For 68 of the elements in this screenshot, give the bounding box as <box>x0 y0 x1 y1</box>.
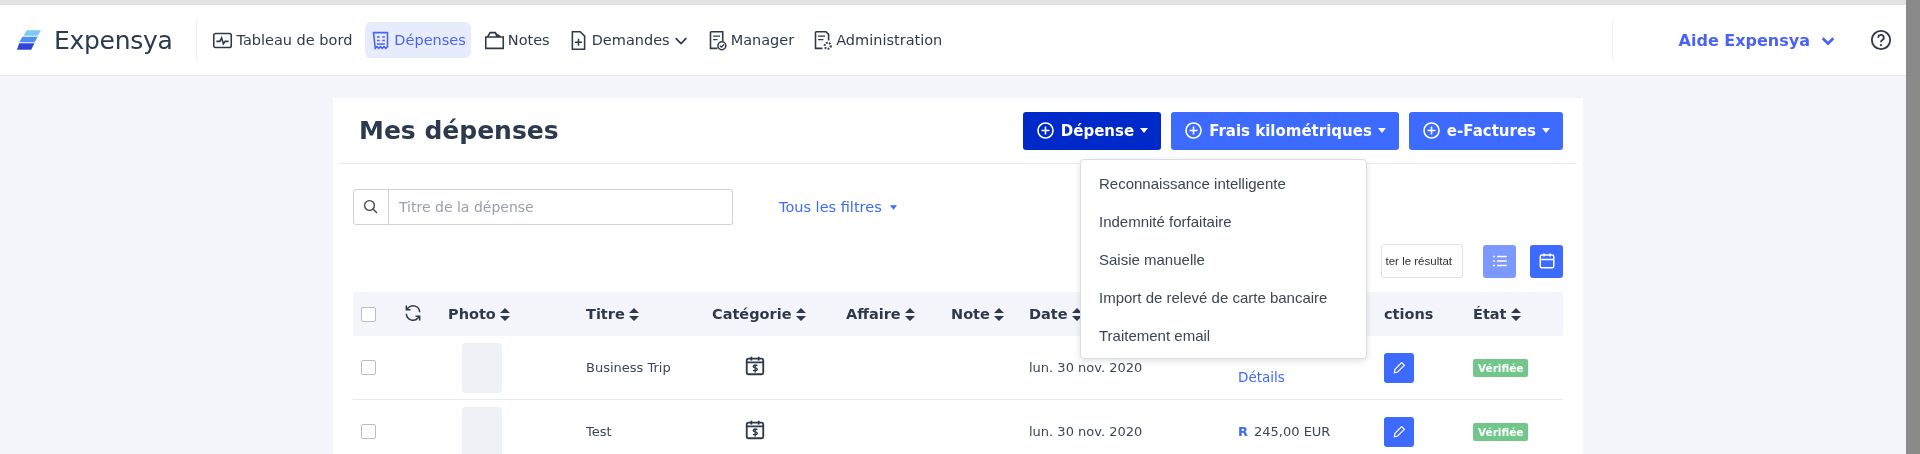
plus-circle-icon <box>1035 121 1055 140</box>
sort-icon <box>1510 307 1521 321</box>
search-icon <box>362 198 380 216</box>
recognition-mark: R <box>1238 424 1248 439</box>
caret-icon <box>1542 128 1550 133</box>
nav-tab[interactable]: Demandes <box>562 22 694 58</box>
search-field[interactable]: Titre de la dépense <box>389 189 733 225</box>
calendar-dollar-icon <box>744 418 766 442</box>
menu-item[interactable]: Saisie manuelle <box>1081 240 1366 278</box>
status-badge: Vérifiée <box>1473 422 1529 441</box>
amount-text: 245,00 EUR <box>1254 424 1331 439</box>
edit-button[interactable] <box>1384 416 1414 447</box>
calendar-view-button[interactable] <box>1530 244 1563 278</box>
add-dropdown-button[interactable]: Frais kilométriques <box>1171 111 1399 150</box>
status-badge: Vérifiée <box>1473 358 1529 377</box>
column-header: ctions <box>1384 306 1434 322</box>
sort-icon <box>1071 307 1082 321</box>
caret-icon <box>1377 128 1386 133</box>
menu-item[interactable]: Reconnaissance intelligente <box>1081 164 1366 202</box>
column-header[interactable]: Photo <box>448 306 510 322</box>
plus-circle-icon <box>1184 121 1204 140</box>
nav-tab[interactable]: Notes <box>478 22 555 58</box>
app-logo: Expensya <box>54 25 173 55</box>
caret-icon <box>1140 128 1149 133</box>
add-dropdown-button[interactable]: e-Factures <box>1408 111 1563 150</box>
folder-icon <box>483 29 505 51</box>
search-button[interactable] <box>353 189 389 225</box>
table-cell: Business Trip <box>586 360 671 375</box>
table-cell: lun. 30 nov. 2020 <box>1029 424 1143 439</box>
page-title: Mes dépenses <box>359 116 559 145</box>
nav-tab[interactable]: Dépenses <box>365 22 471 58</box>
edit-button[interactable] <box>1384 352 1414 383</box>
table-cell: lun. 30 nov. 2020 <box>1029 360 1143 375</box>
pencil-icon <box>1391 423 1407 440</box>
nav-tab[interactable]: Administration <box>807 22 948 58</box>
select-all-checkbox[interactable] <box>361 306 376 322</box>
sort-icon <box>795 307 806 321</box>
column-header[interactable]: Date <box>1029 306 1082 322</box>
column-header[interactable]: État <box>1473 306 1521 322</box>
help-icon <box>1870 29 1892 51</box>
refresh-icon <box>403 302 423 323</box>
details-link[interactable]: Détails <box>1238 368 1285 385</box>
row-checkbox[interactable] <box>361 424 376 439</box>
filters-link[interactable]: Tous les filtres <box>773 198 903 216</box>
row-checkbox[interactable] <box>361 360 376 375</box>
nav-tab[interactable]: Tableau de bord <box>207 22 358 58</box>
nav-tab[interactable]: Manager <box>701 22 800 58</box>
menu-item[interactable]: Traitement email <box>1081 316 1366 354</box>
help-menu-button[interactable]: Aide Expensya <box>1672 29 1842 51</box>
table-cell: Test <box>586 424 612 439</box>
sort-icon <box>499 307 510 321</box>
caret-icon <box>889 204 897 210</box>
add-dropdown-button[interactable]: Dépense <box>1022 111 1162 150</box>
calendar-dollar-icon <box>744 354 766 378</box>
plus-circle-icon <box>1421 121 1441 140</box>
scrollbar[interactable] <box>1906 0 1920 454</box>
column-header[interactable]: Titre <box>586 306 639 322</box>
sort-icon <box>628 307 639 321</box>
document-gear-icon <box>812 29 834 51</box>
logo-icon <box>14 28 44 52</box>
menu-item[interactable]: Indemnité forfaitaire <box>1081 202 1366 240</box>
pencil-icon <box>1391 359 1407 376</box>
calendar-icon <box>1537 252 1556 270</box>
sort-icon <box>904 307 915 321</box>
menu-item[interactable]: Import de relevé de carte bancaire <box>1081 278 1366 316</box>
export-button[interactable]: ter le résultat <box>1380 244 1463 278</box>
list-view-button[interactable] <box>1483 244 1516 278</box>
sort-icon <box>993 307 1004 321</box>
